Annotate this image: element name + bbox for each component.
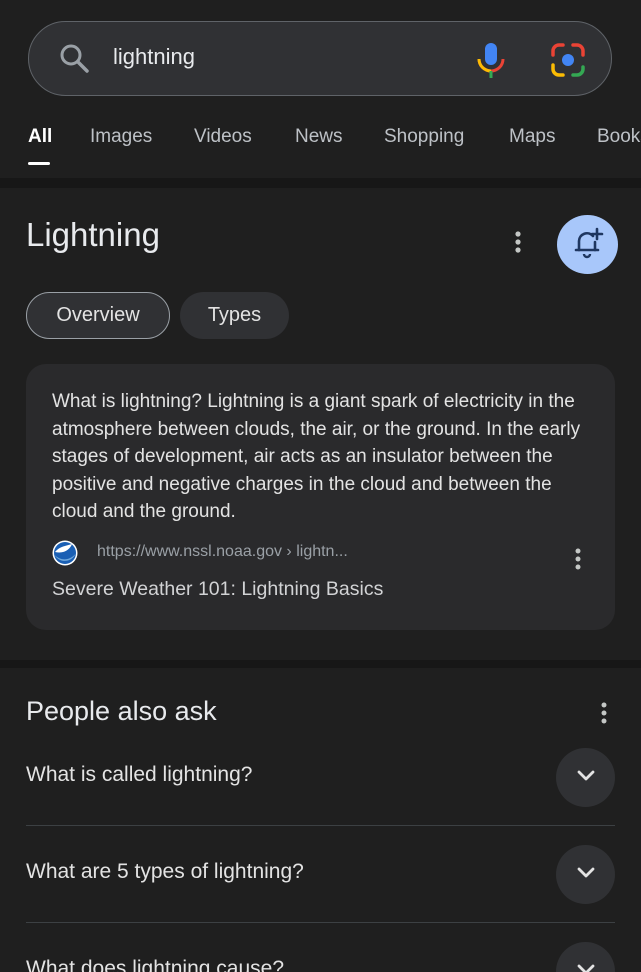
- chevron-down-icon: [574, 957, 598, 972]
- tab-maps[interactable]: Maps: [509, 126, 555, 148]
- more-vert-icon[interactable]: [566, 546, 590, 572]
- tab-books[interactable]: Books: [597, 126, 641, 148]
- search-icon[interactable]: [57, 41, 93, 77]
- expand-button[interactable]: [556, 748, 615, 807]
- bell-plus-icon: [571, 225, 605, 264]
- source-title-link[interactable]: Severe Weather 101: Lightning Basics: [52, 578, 383, 601]
- tab-images[interactable]: Images: [90, 126, 152, 148]
- section-divider: [0, 660, 641, 668]
- lens-icon[interactable]: [549, 41, 587, 79]
- expand-button[interactable]: [556, 942, 615, 972]
- chevron-down-icon: [574, 763, 598, 792]
- chip-overview[interactable]: Overview: [26, 292, 170, 339]
- question-row[interactable]: What does lightning cause?: [26, 923, 615, 972]
- follow-button[interactable]: [557, 215, 618, 274]
- question-text[interactable]: What is called lightning?: [26, 763, 252, 787]
- search-input[interactable]: lightning: [113, 44, 195, 70]
- question-text[interactable]: What does lightning cause?: [26, 957, 284, 972]
- more-vert-icon[interactable]: [505, 228, 531, 256]
- noaa-logo[interactable]: [52, 540, 78, 566]
- featured-snippet-card: What is lightning? Lightning is a giant …: [26, 364, 615, 630]
- source-url[interactable]: https://www.nssl.noaa.gov › lightn...: [97, 543, 348, 561]
- tab-news[interactable]: News: [295, 126, 343, 148]
- chip-types[interactable]: Types: [180, 292, 289, 339]
- search-header: lightning All Images Videos News Shoppin…: [0, 0, 641, 180]
- section-divider: [0, 178, 641, 188]
- question-text[interactable]: What are 5 types of lightning?: [26, 860, 304, 884]
- expand-button[interactable]: [556, 845, 615, 904]
- chevron-down-icon: [574, 860, 598, 889]
- snippet-text: What is lightning? Lightning is a giant …: [52, 391, 581, 522]
- active-tab-indicator: [28, 162, 50, 165]
- question-row[interactable]: What is called lightning?: [26, 729, 615, 826]
- people-also-ask: People also ask What is called lightning…: [0, 668, 641, 972]
- mic-icon[interactable]: [473, 40, 509, 80]
- knowledge-panel: Lightning Overview Types What is lightni…: [0, 188, 641, 660]
- tab-videos[interactable]: Videos: [194, 126, 252, 148]
- search-bar[interactable]: lightning: [28, 21, 612, 96]
- tab-all[interactable]: All: [28, 126, 52, 148]
- panel-title: Lightning: [26, 216, 160, 253]
- search-tabs: All Images Videos News Shopping Maps Boo…: [0, 118, 641, 166]
- section-title: People also ask: [26, 696, 217, 726]
- more-vert-icon[interactable]: [592, 700, 616, 726]
- question-row[interactable]: What are 5 types of lightning?: [26, 826, 615, 923]
- tab-shopping[interactable]: Shopping: [384, 126, 464, 148]
